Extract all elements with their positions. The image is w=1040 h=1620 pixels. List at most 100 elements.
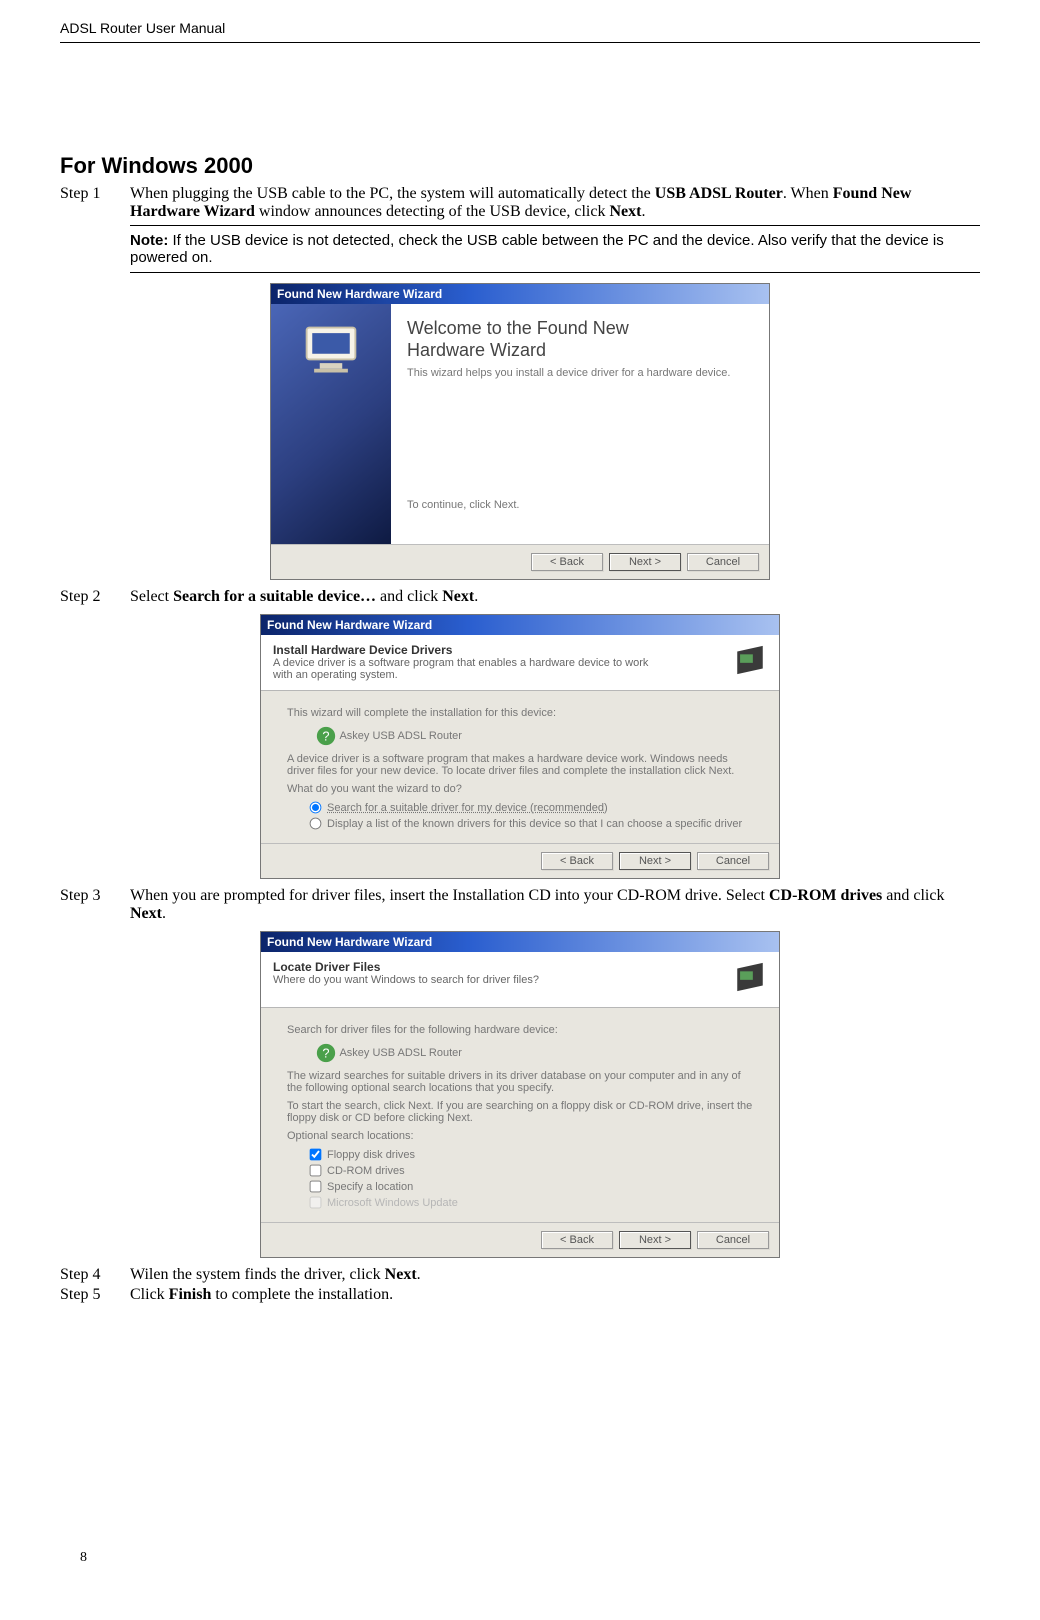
text: This wizard will complete the installati… (287, 707, 753, 719)
step-4: Step 4 Wilen the system finds the driver… (60, 1266, 980, 1284)
text: When plugging the USB cable to the PC, t… (130, 185, 655, 202)
text: Welcome to the Found New (407, 318, 629, 338)
step-label: Step 5 (60, 1286, 130, 1304)
radio-label: Search for a suitable driver for my devi… (327, 802, 608, 814)
next-button[interactable]: Next > (609, 553, 681, 571)
bold-text: CD-ROM drives (769, 887, 882, 904)
text: Search for driver files for the followin… (287, 1024, 753, 1036)
section-title: For Windows 2000 (60, 153, 980, 179)
radio-input[interactable] (310, 802, 322, 814)
question-icon: ? (315, 725, 337, 747)
device-icon (733, 643, 767, 682)
step-label: Step 3 (60, 887, 130, 923)
bold-text: Next (130, 905, 162, 922)
cancel-button[interactable]: Cancel (697, 852, 769, 870)
strip-sub: Where do you want Windows to search for … (273, 974, 539, 986)
step-body: When plugging the USB cable to the PC, t… (130, 185, 980, 221)
text: . (641, 203, 645, 220)
checkbox-label: Microsoft Windows Update (327, 1197, 458, 1209)
options-label: Optional search locations: (287, 1130, 753, 1142)
wizard-titlebar: Found New Hardware Wizard (271, 284, 769, 304)
text: To start the search, click Next. If you … (287, 1100, 753, 1124)
text: Select (130, 588, 173, 605)
checkbox-input (310, 1197, 322, 1209)
wizard-heading: Welcome to the Found New Hardware Wizard (407, 318, 753, 361)
bold-text: Next (442, 588, 474, 605)
check-specify[interactable]: Specify a location (309, 1180, 753, 1193)
wizard-locate-files: Found New Hardware Wizard Locate Driver … (260, 931, 780, 1258)
check-floppy[interactable]: Floppy disk drives (309, 1148, 753, 1161)
device-row: ? Askey USB ADSL Router (315, 725, 753, 747)
device-row: ? Askey USB ADSL Router (315, 1042, 753, 1064)
checkbox-input[interactable] (310, 1149, 322, 1161)
next-button[interactable]: Next > (619, 852, 691, 870)
note-box: Note: If the USB device is not detected,… (130, 225, 980, 273)
checkbox-label: Specify a location (327, 1181, 413, 1193)
step-body: Wilen the system finds the driver, click… (130, 1266, 980, 1284)
text: and click (376, 588, 442, 605)
step-body: Click Finish to complete the installatio… (130, 1286, 980, 1304)
step-2: Step 2 Select Search for a suitable devi… (60, 588, 980, 606)
strip-sub: A device driver is a software program th… (273, 657, 653, 681)
page-header: ADSL Router User Manual (60, 20, 980, 43)
note-label: Note: (130, 232, 168, 249)
radio-display-list[interactable]: Display a list of the known drivers for … (309, 817, 753, 830)
question-icon: ? (315, 1042, 337, 1064)
wizard-sidebar (271, 304, 391, 544)
bold-text: Search for a suitable device… (173, 588, 376, 605)
wizard-welcome: Found New Hardware Wizard Welcome to the… (270, 283, 770, 580)
button-row: < Back Next > Cancel (261, 843, 779, 878)
page-number: 8 (80, 1550, 87, 1566)
step-body: Select Search for a suitable device… and… (130, 588, 980, 606)
note-text: If the USB device is not detected, check… (130, 232, 944, 266)
header-title: ADSL Router User Manual (60, 20, 225, 36)
back-button[interactable]: < Back (541, 852, 613, 870)
text: . (474, 588, 478, 605)
device-name: Askey USB ADSL Router (339, 1047, 461, 1059)
cancel-button[interactable]: Cancel (697, 1231, 769, 1249)
checkbox-input[interactable] (310, 1165, 322, 1177)
checkbox-label: Floppy disk drives (327, 1149, 415, 1161)
device-name: Askey USB ADSL Router (339, 730, 461, 742)
text: Wilen the system finds the driver, click (130, 1266, 385, 1283)
radio-input[interactable] (310, 818, 322, 830)
strip-title: Install Hardware Device Drivers (273, 643, 653, 657)
wizard-continue: To continue, click Next. (407, 499, 753, 511)
computer-icon (301, 320, 361, 380)
wizard-desc: This wizard helps you install a device d… (407, 367, 753, 379)
radio-search[interactable]: Search for a suitable driver for my devi… (309, 801, 753, 814)
back-button[interactable]: < Back (531, 553, 603, 571)
svg-text:?: ? (322, 729, 329, 744)
text: The wizard searches for suitable drivers… (287, 1070, 753, 1094)
bold-text: Next (385, 1266, 417, 1283)
strip-title: Locate Driver Files (273, 960, 539, 974)
next-button[interactable]: Next > (619, 1231, 691, 1249)
step-label: Step 2 (60, 588, 130, 606)
bold-text: USB ADSL Router (655, 185, 783, 202)
device-icon (733, 960, 767, 999)
bold-text: Finish (169, 1286, 212, 1303)
checkbox-input[interactable] (310, 1181, 322, 1193)
text: and click (882, 887, 944, 904)
step-1: Step 1 When plugging the USB cable to th… (60, 185, 980, 221)
text: . (162, 905, 166, 922)
text: When you are prompted for driver files, … (130, 887, 769, 904)
check-cdrom[interactable]: CD-ROM drives (309, 1164, 753, 1177)
step-3: Step 3 When you are prompted for driver … (60, 887, 980, 923)
svg-text:?: ? (322, 1046, 329, 1061)
text: . When (783, 185, 833, 202)
check-windows-update: Microsoft Windows Update (309, 1196, 753, 1209)
step-label: Step 4 (60, 1266, 130, 1284)
text: to complete the installation. (211, 1286, 393, 1303)
step-body: When you are prompted for driver files, … (130, 887, 980, 923)
button-row: < Back Next > Cancel (271, 544, 769, 579)
cancel-button[interactable]: Cancel (687, 553, 759, 571)
text: Click (130, 1286, 169, 1303)
button-row: < Back Next > Cancel (261, 1222, 779, 1257)
wizard-titlebar: Found New Hardware Wizard (261, 615, 779, 635)
radio-label: Display a list of the known drivers for … (327, 818, 742, 830)
back-button[interactable]: < Back (541, 1231, 613, 1249)
text: . (417, 1266, 421, 1283)
wizard-install-drivers: Found New Hardware Wizard Install Hardwa… (260, 614, 780, 879)
step-5: Step 5 Click Finish to complete the inst… (60, 1286, 980, 1304)
